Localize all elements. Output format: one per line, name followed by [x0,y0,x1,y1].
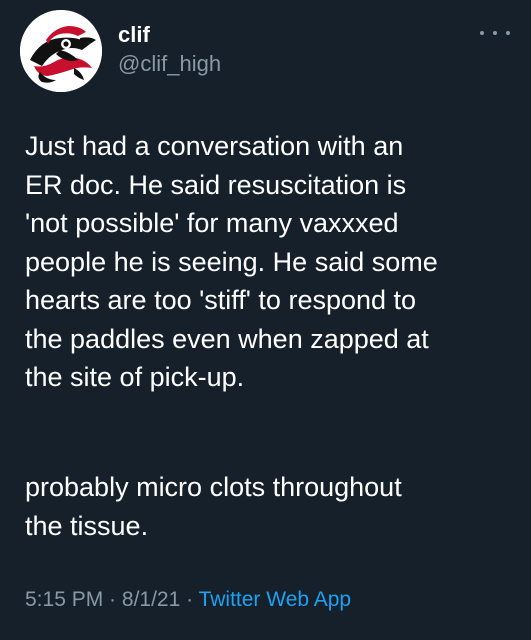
tweet-line: people he is seeing. He said some [25,246,438,277]
dot [480,31,484,35]
tweet-line: the tissue. [25,510,149,541]
more-horizontal-icon[interactable] [480,24,510,42]
source-app-link[interactable]: Twitter Web App [199,588,352,611]
tweet-text-paragraph-2: probably micro clots throughout the tiss… [25,468,515,545]
tweet-meta: 5:15 PM · 8/1/21 · Twitter Web App [25,586,351,614]
tweet-line: 'not possible' for many vaxxxed [25,208,399,238]
tweet: clif @clif_high Just had a conversation … [0,0,531,640]
tweet-line: Just had a conversation with an [25,131,404,161]
tweet-time[interactable]: 5:15 PM [25,588,103,611]
tweet-line: hearts are too 'stiff' to respond to [25,285,417,315]
tweet-date[interactable]: 8/1/21 [122,588,180,611]
tweet-line: ER doc. He said resuscitation is [25,169,407,200]
tweet-line: probably micro clots throughout [25,472,402,502]
meta-separator: · [103,588,122,611]
tweet-line: the site of pick-up. [25,362,245,392]
dot [493,31,497,35]
meta-separator: · [180,588,199,611]
tweet-text-paragraph-1: Just had a conversation with an ER doc. … [25,127,515,397]
user-handle[interactable]: @clif_high [118,51,221,77]
thunderbird-logo-icon [20,10,102,92]
avatar[interactable] [20,10,102,92]
display-name[interactable]: clif [118,22,150,48]
dot [506,31,510,35]
tweet-line: the paddles even when zapped at [25,323,429,354]
